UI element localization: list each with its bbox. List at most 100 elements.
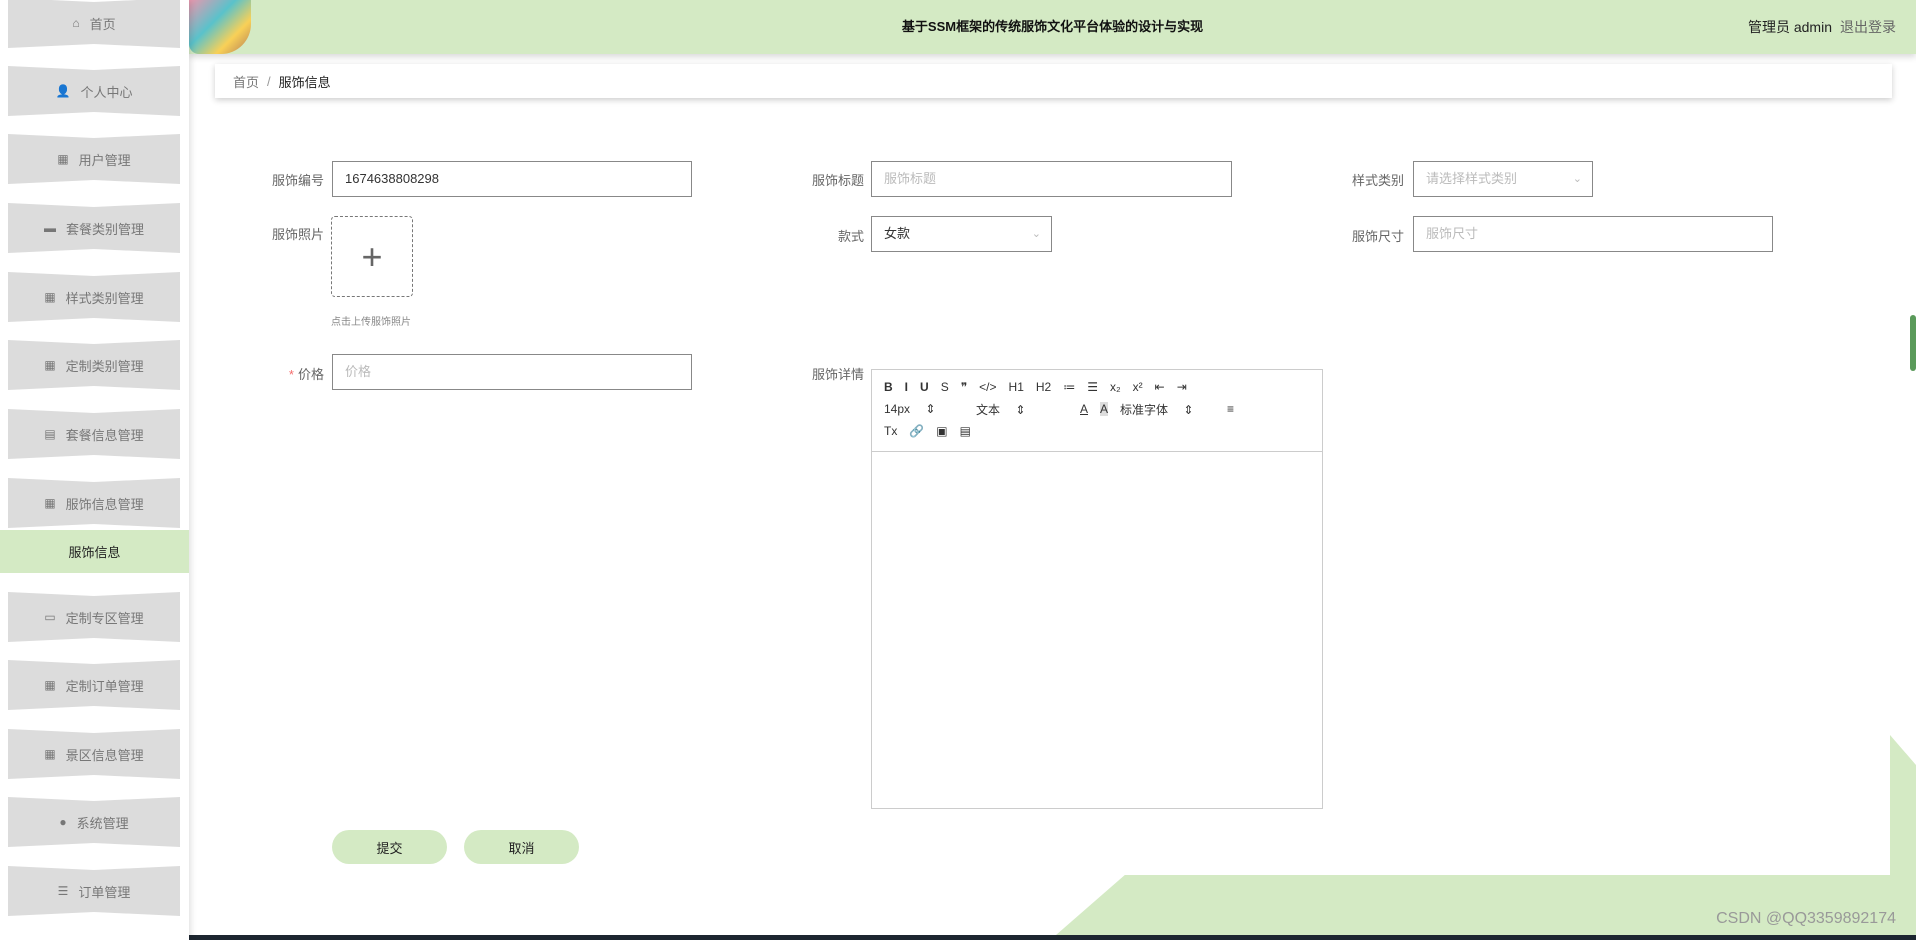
sidebar-item-2[interactable]: ▦ 用户管理 <box>8 134 180 184</box>
home-icon: ⌂ <box>72 16 80 30</box>
editor-content[interactable] <box>872 452 1322 808</box>
location-icon: ● <box>59 815 67 829</box>
app-title: 基于SSM框架的传统服饰文化平台体验的设计与实现 <box>901 19 1204 34</box>
strike-icon[interactable]: S <box>941 380 949 394</box>
list-icon: ☰ <box>57 884 69 898</box>
scrollbar[interactable] <box>1910 315 1916 371</box>
sidebar-item-label: 个人中心 <box>80 84 133 100</box>
monitor-icon: ▭ <box>44 610 56 624</box>
sidebar-item-label: 服饰信息管理 <box>65 496 144 512</box>
code-label: 服饰编号 <box>271 173 324 188</box>
sidebar-item-label: 系统管理 <box>76 815 129 831</box>
briefcase-icon: ▬ <box>43 221 56 235</box>
sidebar-item-1[interactable]: 👤 个人中心 <box>8 66 180 116</box>
sidebar-item-12[interactable]: ☰ 订单管理 <box>8 866 180 916</box>
type-select[interactable]: 女款 ⌄ <box>871 216 1052 252</box>
watermark: CSDN @QQ3359892174 <box>1716 910 1896 927</box>
sidebar-item-label: 套餐信息管理 <box>65 427 144 443</box>
image-icon[interactable]: ▣ <box>936 424 947 438</box>
header: 基于SSM框架的传统服饰文化平台体验的设计与实现 管理员 admin 退出登录 <box>189 0 1916 54</box>
user-icon: 👤 <box>55 84 71 98</box>
title-label: 服饰标题 <box>811 173 864 188</box>
user-role: 管理员 admin <box>1747 19 1832 35</box>
corner-decoration <box>1890 735 1916 935</box>
background-color-icon[interactable]: A <box>1100 402 1109 416</box>
style-label: 样式类别 <box>1351 173 1404 188</box>
cancel-button[interactable]: 取消 <box>464 830 579 864</box>
editor-toolbar: B I U S ❞ </> H1 H2 ≔ ☰ x₂ x² ⇤ ⇥ 14px ⇕ 文本 ⇕ A A 标准字… <box>872 370 1322 452</box>
grid-icon: ▦ <box>44 496 56 510</box>
sidebar-item-9[interactable]: ▦ 定制订单管理 <box>8 660 180 710</box>
type-value: 女款 <box>884 226 911 241</box>
clipboard-icon: ▤ <box>44 427 56 441</box>
chevron-down-icon: ⌄ <box>1572 173 1582 185</box>
sidebar-item-0[interactable]: ⌂ 首页 <box>8 0 180 48</box>
font-color-icon[interactable]: A <box>1080 402 1088 416</box>
font-family-select[interactable]: 标准字体 ⇕ <box>1120 401 1215 418</box>
sidebar-item-label: 定制订单管理 <box>65 678 144 694</box>
style-select[interactable]: 请选择样式类别 ⌄ <box>1413 161 1593 197</box>
bold-icon[interactable]: B <box>884 380 893 394</box>
logout-link[interactable]: 退出登录 <box>1840 19 1896 35</box>
h2-icon[interactable]: H2 <box>1036 380 1051 394</box>
breadcrumb-home[interactable]: 首页 <box>233 72 259 91</box>
h1-icon[interactable]: H1 <box>1009 380 1024 394</box>
outdent-icon[interactable]: ⇤ <box>1155 380 1165 394</box>
bottom-bar <box>0 935 1916 940</box>
grid-icon: ▦ <box>44 290 56 304</box>
submit-button[interactable]: 提交 <box>332 830 447 864</box>
blockquote-icon[interactable]: ❞ <box>961 380 967 394</box>
sidebar-item-3[interactable]: ▬ 套餐类别管理 <box>8 203 180 253</box>
sidebar-item-6[interactable]: ▤ 套餐信息管理 <box>8 409 180 459</box>
grid-icon: ▦ <box>57 152 69 166</box>
sidebar-subitem-clothing-info[interactable]: 服饰信息 <box>0 530 189 573</box>
font-size-select[interactable]: 14px ⇕ <box>884 402 964 416</box>
photo-label: 服饰照片 <box>271 227 324 242</box>
italic-icon[interactable]: I <box>905 380 908 394</box>
sidebar-item-label: 套餐类别管理 <box>65 221 144 237</box>
sidebar-item-7[interactable]: ▦ 服饰信息管理 <box>8 478 180 528</box>
detail-label: 服饰详情 <box>811 367 864 382</box>
sidebar-item-4[interactable]: ▦ 样式类别管理 <box>8 272 180 322</box>
sidebar-item-label: 景区信息管理 <box>65 747 144 763</box>
code-input[interactable]: 1674638808298 <box>332 161 692 197</box>
price-input[interactable]: 价格 <box>332 354 692 390</box>
sidebar-item-10[interactable]: ▦ 景区信息管理 <box>8 729 180 779</box>
sidebar-item-label: 样式类别管理 <box>65 290 144 306</box>
grid-icon: ▦ <box>44 747 56 761</box>
grid-icon: ▦ <box>44 678 56 692</box>
breadcrumb-current: 服饰信息 <box>278 74 331 90</box>
photo-upload[interactable]: + <box>331 216 413 297</box>
code-icon[interactable]: </> <box>979 380 996 394</box>
sidebar-item-label: 定制专区管理 <box>65 610 144 626</box>
required-mark: * <box>288 367 294 382</box>
sidebar-item-label: 首页 <box>89 16 116 32</box>
rich-text-editor: B I U S ❞ </> H1 H2 ≔ ☰ x₂ x² ⇤ ⇥ 14px ⇕ 文本 ⇕ A A 标准字… <box>871 369 1323 809</box>
header-select[interactable]: 文本 ⇕ <box>976 401 1068 418</box>
sidebar-item-5[interactable]: ▦ 定制类别管理 <box>8 340 180 390</box>
sidebar-item-label: 用户管理 <box>78 152 131 168</box>
size-label: 服饰尺寸 <box>1351 229 1404 244</box>
grid-icon: ▦ <box>44 358 56 372</box>
size-input[interactable]: 服饰尺寸 <box>1413 216 1773 252</box>
chevron-down-icon: ⌄ <box>1031 228 1041 240</box>
title-input[interactable]: 服饰标题 <box>871 161 1232 197</box>
breadcrumb-separator: / <box>267 73 271 89</box>
price-label: * 价格 <box>288 367 324 382</box>
style-placeholder: 请选择样式类别 <box>1426 171 1518 186</box>
clear-format-icon[interactable]: Tx <box>884 424 897 438</box>
indent-icon[interactable]: ⇥ <box>1177 380 1187 394</box>
underline-icon[interactable]: U <box>920 380 929 394</box>
superscript-icon[interactable]: x² <box>1133 380 1143 394</box>
photo-hint: 点击上传服饰照片 <box>331 317 411 328</box>
ordered-list-icon[interactable]: ≔ <box>1063 380 1075 394</box>
bullet-list-icon[interactable]: ☰ <box>1087 380 1098 394</box>
sidebar-item-label: 定制类别管理 <box>65 358 144 374</box>
sidebar-item-11[interactable]: ● 系统管理 <box>8 797 180 847</box>
subscript-icon[interactable]: x₂ <box>1110 380 1121 394</box>
sidebar-item-8[interactable]: ▭ 定制专区管理 <box>8 592 180 642</box>
sidebar: ⌂ 首页 👤 个人中心 ▦ 用户管理 ▬ 套餐类别管理 ▦ 样式类别管理 ▦ 定制类别管理 ▤ 套餐信息管… <box>0 0 189 940</box>
link-icon[interactable]: 🔗 <box>909 424 924 438</box>
align-icon[interactable]: ≡ <box>1227 402 1234 416</box>
video-icon[interactable]: ▤ <box>960 424 971 438</box>
